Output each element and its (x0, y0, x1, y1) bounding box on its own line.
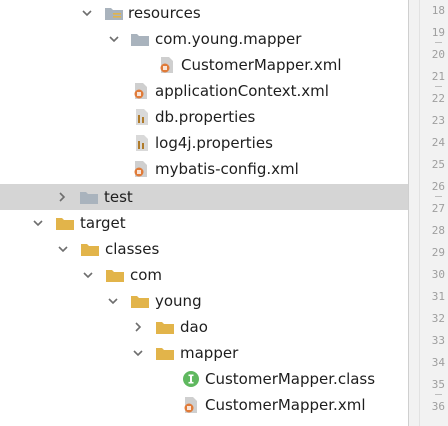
tree-item-label: com.young.mapper (155, 30, 302, 48)
fold-marker (435, 196, 442, 197)
line-number: 31 (431, 290, 445, 303)
folder-orange-icon (55, 214, 75, 232)
xml-file-icon (181, 396, 201, 414)
chevron-right-icon[interactable] (55, 190, 69, 204)
project-tree: resources com.young.mapper CustomerMappe… (0, 0, 408, 426)
line-number: 21 (431, 70, 445, 83)
tree-item-resources[interactable]: resources (0, 0, 408, 26)
line-number: 29 (431, 246, 445, 259)
xml-file-icon (157, 56, 177, 74)
fold-marker (435, 394, 442, 395)
tree-item-label: mybatis-config.xml (155, 160, 299, 178)
tree-item-label: CustomerMapper.xml (205, 396, 366, 414)
line-number: 36 (431, 400, 445, 413)
tree-item-db-properties[interactable]: db.properties (0, 104, 408, 130)
line-number: 22 (431, 92, 445, 105)
folder-icon (130, 30, 150, 48)
line-number: 19 (431, 26, 445, 39)
tree-item-label: resources (128, 4, 201, 22)
tree-item-customermapper-xml[interactable]: CustomerMapper.xml (0, 52, 408, 78)
chevron-down-icon[interactable] (131, 346, 145, 360)
tree-item-com-young-mapper[interactable]: com.young.mapper (0, 26, 408, 52)
line-number: 25 (431, 158, 445, 171)
tree-item-target[interactable]: target (0, 210, 408, 236)
line-number: 32 (431, 312, 445, 325)
tree-item-mapper[interactable]: mapper (0, 340, 408, 366)
gutter-separator (419, 0, 420, 426)
folder-orange-icon (155, 344, 175, 362)
chevron-down-icon[interactable] (106, 294, 120, 308)
line-number: 20 (431, 48, 445, 61)
tree-item-customermapper-xml-target[interactable]: CustomerMapper.xml (0, 392, 408, 418)
tree-item-label: mapper (180, 344, 239, 362)
tree-item-applicationcontext-xml[interactable]: applicationContext.xml (0, 78, 408, 104)
tree-item-dao[interactable]: dao (0, 314, 408, 340)
tree-item-label: com (130, 266, 163, 284)
properties-file-icon (131, 134, 151, 152)
xml-file-icon (131, 82, 151, 100)
tree-item-log4j-properties[interactable]: log4j.properties (0, 130, 408, 156)
line-number: 35 (431, 378, 445, 391)
chevron-down-icon[interactable] (56, 242, 70, 256)
line-number: 26 (431, 180, 445, 193)
line-number: 33 (431, 334, 445, 347)
tree-item-label: CustomerMapper.class (205, 370, 376, 388)
tree-item-test[interactable]: test (0, 184, 408, 210)
properties-file-icon (131, 108, 151, 126)
line-number: 30 (431, 268, 445, 281)
chevron-down-icon[interactable] (80, 6, 94, 20)
chevron-down-icon[interactable] (31, 216, 45, 230)
line-number: 27 (431, 202, 445, 215)
resources-folder-icon (104, 4, 124, 22)
tree-item-label: CustomerMapper.xml (181, 56, 342, 74)
folder-orange-icon (105, 266, 125, 284)
tree-item-customermapper-class[interactable]: CustomerMapper.class (0, 366, 408, 392)
line-number: 24 (431, 136, 445, 149)
line-number-gutter: 18 19 20 21 22 23 24 25 26 27 28 29 30 3… (408, 0, 448, 426)
tree-item-label: target (80, 214, 126, 232)
folder-orange-icon (155, 318, 175, 336)
tree-item-com[interactable]: com (0, 262, 408, 288)
line-number: 34 (431, 356, 445, 369)
fold-marker (435, 42, 442, 43)
folder-orange-icon (130, 292, 150, 310)
tree-item-mybatis-config-xml[interactable]: mybatis-config.xml (0, 156, 408, 182)
folder-orange-icon (80, 240, 100, 258)
chevron-right-icon[interactable] (131, 320, 145, 334)
tree-item-label: dao (180, 318, 208, 336)
xml-file-icon (131, 160, 151, 178)
tree-item-label: applicationContext.xml (155, 82, 329, 100)
chevron-down-icon[interactable] (81, 268, 95, 282)
line-number: 28 (431, 224, 445, 237)
tree-item-label: test (104, 188, 133, 206)
line-number: 23 (431, 114, 445, 127)
tree-item-label: log4j.properties (155, 134, 273, 152)
tree-item-classes[interactable]: classes (0, 236, 408, 262)
folder-icon (79, 188, 99, 206)
tree-item-label: young (155, 292, 202, 310)
tree-item-label: classes (105, 240, 160, 258)
fold-marker (435, 86, 442, 87)
tree-item-young[interactable]: young (0, 288, 408, 314)
chevron-down-icon[interactable] (107, 32, 121, 46)
tree-item-label: db.properties (155, 108, 256, 126)
line-number: 18 (431, 4, 445, 17)
interface-class-icon (181, 370, 201, 388)
